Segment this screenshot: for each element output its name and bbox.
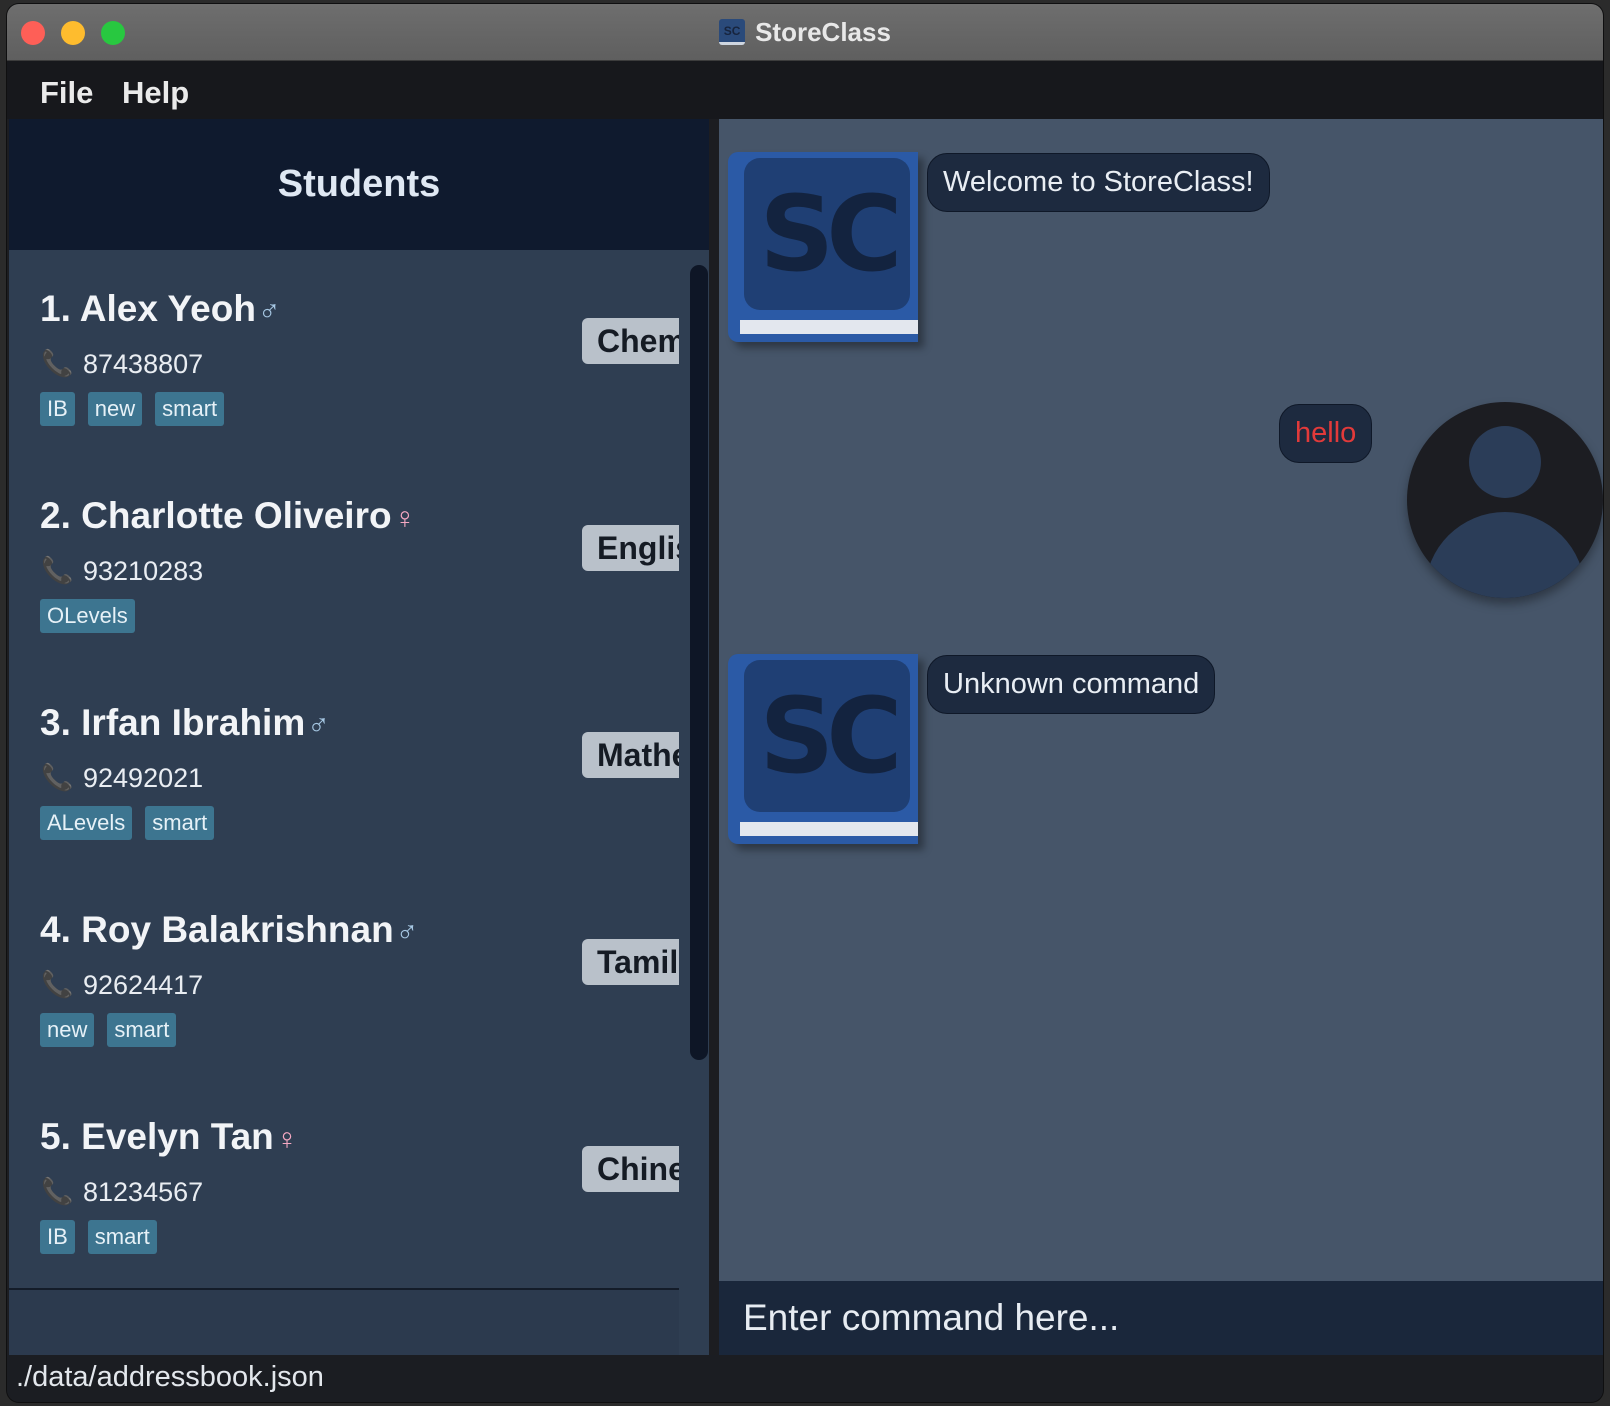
user-avatar-head	[1469, 426, 1541, 498]
student-name-row: 4. Roy Balakrishnan♂	[40, 909, 418, 951]
phone-icon: 📞	[41, 555, 74, 585]
storeclass-logo-icon: SC	[719, 19, 746, 45]
student-name-row: 5. Evelyn Tan♀	[40, 1116, 298, 1158]
scrollbar-thumb[interactable]	[690, 265, 708, 1060]
female-symbol-icon: ♀	[393, 502, 417, 535]
student-phone: 87438807	[83, 349, 204, 379]
user-avatar-icon	[1407, 402, 1603, 598]
bot-message-bubble: Unknown command	[927, 655, 1216, 714]
student-card[interactable]: 5. Evelyn Tan♀ 📞 81234567 IB smart Chine…	[9, 1078, 679, 1290]
subject-badge: Chemi	[582, 318, 679, 364]
bot-avatar: SC	[728, 654, 918, 844]
tag: new	[40, 1013, 95, 1047]
student-name-row: 1. Alex Yeoh♂	[40, 288, 280, 330]
book-page-strip	[740, 320, 918, 334]
save-file-path: ./data/addressbook.json	[16, 1361, 324, 1393]
user-avatar-body	[1425, 512, 1585, 598]
student-tags: ALevels smart	[40, 806, 215, 840]
panel-divider[interactable]	[709, 119, 719, 1355]
subject-badge: Chines	[582, 1146, 679, 1192]
student-name: 4. Roy Balakrishnan	[40, 909, 394, 950]
bot-avatar: SC	[728, 152, 918, 342]
app-window: SC StoreClass File Help Students 1. Alex…	[7, 4, 1603, 1402]
student-card[interactable]: 1. Alex Yeoh♂ 📞 87438807 IB new smart Ch…	[9, 250, 679, 462]
student-name: 5. Evelyn Tan	[40, 1116, 274, 1157]
menu-file[interactable]: File	[40, 71, 93, 115]
menu-help[interactable]: Help	[122, 71, 189, 115]
student-name-row: 3. Irfan Ibrahim♂	[40, 702, 330, 744]
student-name-row: 2. Charlotte Oliveiro♀	[40, 495, 416, 537]
female-symbol-icon: ♀	[275, 1123, 299, 1156]
storeclass-logo-icon: SC	[744, 158, 910, 310]
student-card[interactable]: 2. Charlotte Oliveiro♀ 📞 93210283 OLevel…	[9, 457, 679, 669]
storeclass-logo-icon: SC	[744, 660, 910, 812]
phone-icon: 📞	[41, 1176, 74, 1206]
phone-icon: 📞	[41, 762, 74, 792]
student-card[interactable]: 3. Irfan Ibrahim♂ 📞 92492021 ALevels sma…	[9, 664, 679, 876]
student-tags: IB smart	[40, 1220, 157, 1254]
subject-badge: Mathe	[582, 732, 679, 778]
student-name: 1. Alex Yeoh	[40, 288, 256, 329]
title-bar[interactable]: SC StoreClass	[7, 4, 1603, 61]
tag: new	[87, 392, 143, 426]
status-bar: ./data/addressbook.json	[7, 1355, 1603, 1402]
user-message-bubble: hello	[1279, 404, 1373, 463]
student-name: 3. Irfan Ibrahim	[40, 702, 306, 743]
phone-icon: 📞	[41, 348, 74, 378]
book-page-strip	[740, 822, 918, 836]
chat-panel: SC Welcome to StoreClass! hello SC Unkno…	[719, 119, 1603, 1281]
student-card[interactable]: 4. Roy Balakrishnan♂ 📞 92624417 new smar…	[9, 871, 679, 1083]
tag: IB	[40, 392, 75, 426]
student-phone: 92624417	[83, 970, 204, 1000]
student-tags: IB new smart	[40, 392, 225, 426]
phone-icon: 📞	[41, 969, 74, 999]
male-symbol-icon: ♂	[257, 295, 281, 328]
tag: smart	[107, 1013, 177, 1047]
student-tags: new smart	[40, 1013, 177, 1047]
student-name: 2. Charlotte Oliveiro	[40, 495, 392, 536]
tag: ALevels	[40, 806, 133, 840]
menu-bar: File Help	[7, 61, 1603, 119]
student-phone: 81234567	[83, 1177, 204, 1207]
bot-message-bubble: Welcome to StoreClass!	[927, 153, 1270, 212]
tag: IB	[40, 1220, 75, 1254]
subject-badge: Tamil	[582, 939, 679, 985]
window-title: StoreClass	[755, 16, 891, 47]
student-tags: OLevels	[40, 599, 135, 633]
subject-badge: English	[582, 525, 679, 571]
student-phone: 93210283	[83, 556, 204, 586]
male-symbol-icon: ♂	[395, 916, 419, 949]
tag: OLevels	[40, 599, 135, 633]
student-phone: 92492021	[83, 763, 204, 793]
command-input[interactable]	[719, 1281, 1603, 1355]
tag: smart	[155, 392, 225, 426]
student-list[interactable]: 1. Alex Yeoh♂ 📞 87438807 IB new smart Ch…	[9, 250, 679, 1355]
title-group: SC StoreClass	[7, 4, 1603, 60]
tag: smart	[87, 1220, 157, 1254]
tag: smart	[145, 806, 215, 840]
students-panel: Students 1. Alex Yeoh♂ 📞 87438807 IB new…	[9, 119, 709, 1355]
students-header: Students	[9, 119, 709, 250]
male-symbol-icon: ♂	[307, 709, 330, 742]
